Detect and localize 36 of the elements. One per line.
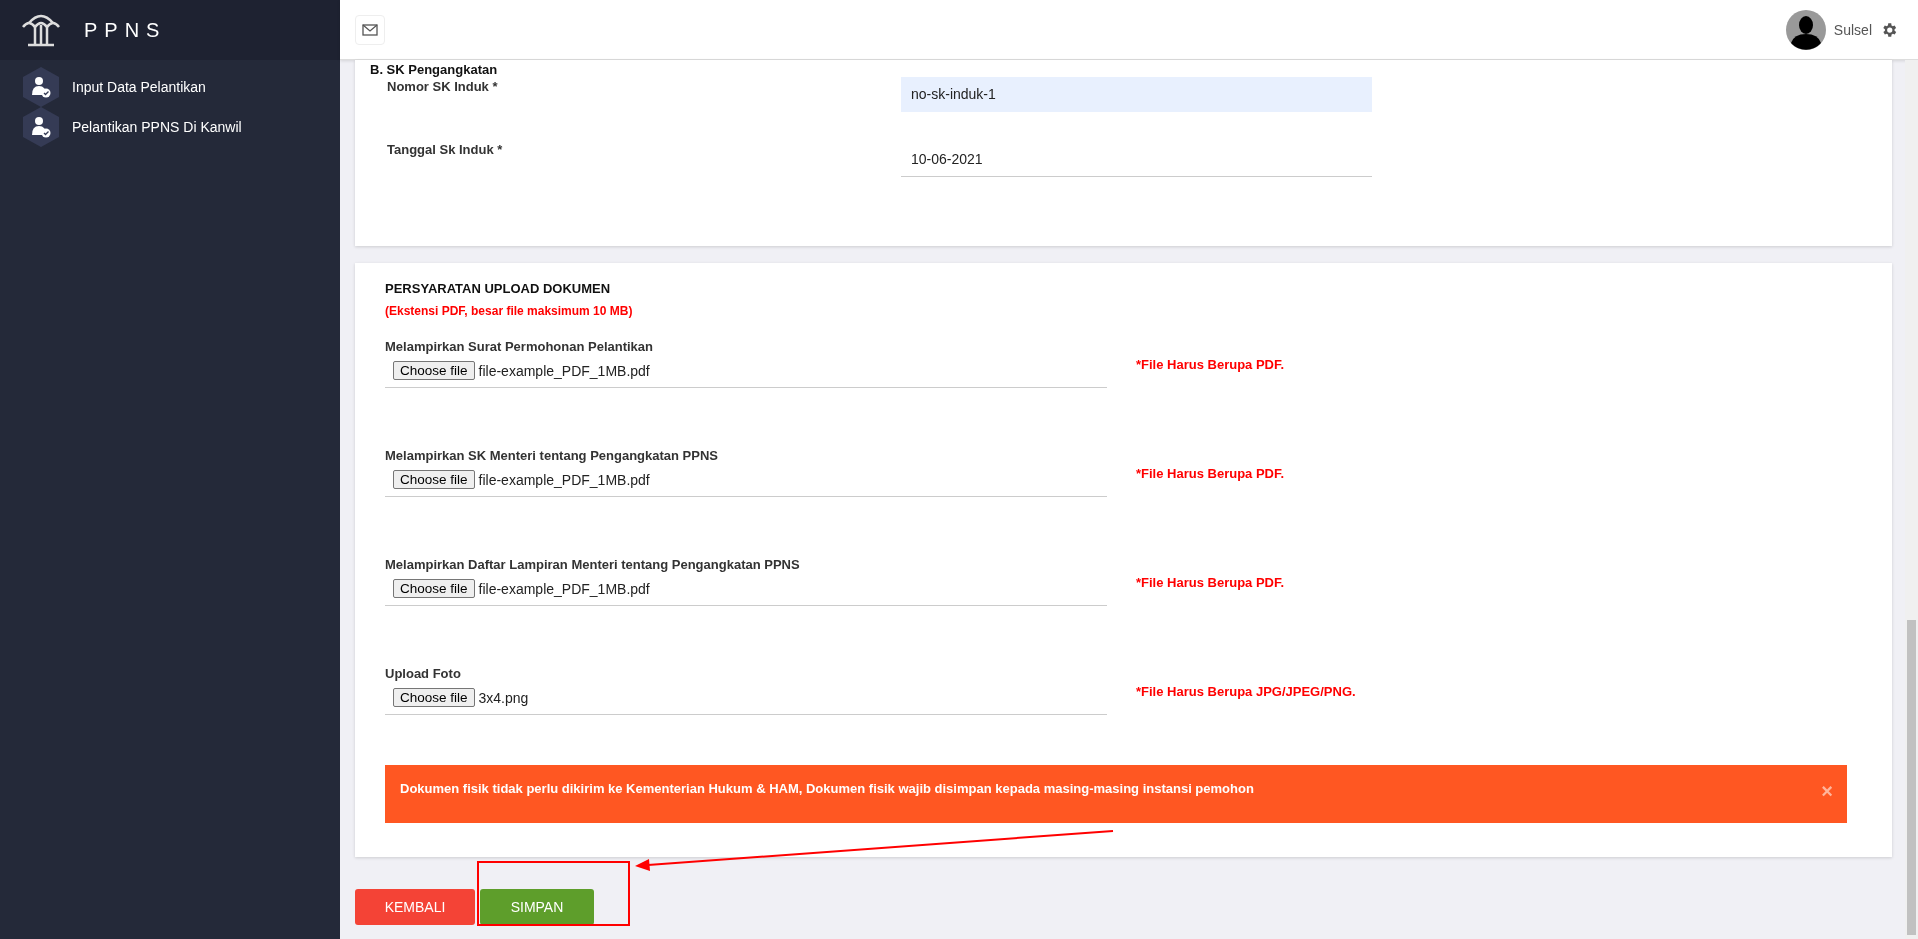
- file-name: 3x4.png: [478, 689, 529, 706]
- sidebar-item[interactable]: Input Data Pelantikan: [0, 67, 340, 107]
- upload-hint: (Ekstensi PDF, besar file maksimum 10 MB): [385, 304, 634, 318]
- mail-button[interactable]: [355, 14, 385, 45]
- choose-file-button[interactable]: Choose file: [393, 361, 475, 380]
- field-label: Nomor SK Induk *: [387, 78, 499, 96]
- choose-file-button[interactable]: Choose file: [393, 688, 475, 707]
- field-label: Tanggal Sk Induk *: [387, 142, 504, 159]
- sidebar-item[interactable]: Pelantikan PPNS Di Kanwil: [0, 107, 340, 147]
- user-name: Sulsel: [1833, 21, 1872, 38]
- field-label: Melampirkan Daftar Lampiran Menteri tentang Pengangkatan PPNS: [385, 557, 801, 572]
- user-check-icon: [20, 66, 62, 108]
- section-title: PERSYARATAN UPLOAD DOKUMEN: [385, 281, 612, 296]
- file-name: file-example_PDF_1MB.pdf: [478, 471, 650, 488]
- scroll-thumb[interactable]: [1907, 620, 1916, 935]
- back-button[interactable]: KEMBALI: [355, 889, 475, 925]
- user-check-icon: [20, 106, 62, 148]
- choose-file-button[interactable]: Choose file: [393, 579, 475, 598]
- field-label: Melampirkan SK Menteri tentang Pengangkatan PPNS: [385, 448, 720, 463]
- choose-file-button[interactable]: Choose file: [393, 470, 475, 489]
- brand-name: PPNS: [84, 18, 167, 42]
- section-title: B. SK Pengangkatan: [370, 62, 499, 77]
- alert-text: Dokumen fisik tidak perlu dikirim ke Kementerian Hukum & HAM, Dokumen fisik wajib disimpan kepada masing-masing instansi pemohon: [400, 781, 1254, 798]
- envelope-icon: [362, 23, 378, 36]
- file-name: file-example_PDF_1MB.pdf: [478, 362, 650, 379]
- logo-icon: [20, 13, 62, 47]
- file-note: *File Harus Berupa PDF.: [1136, 466, 1285, 481]
- file-note: *File Harus Berupa JPG/JPEG/PNG.: [1136, 684, 1356, 699]
- file-name: file-example_PDF_1MB.pdf: [478, 580, 650, 597]
- file-note: *File Harus Berupa PDF.: [1136, 575, 1285, 590]
- scrollbar[interactable]: [1905, 60, 1918, 939]
- input-field[interactable]: no-sk-induk-1: [901, 77, 1372, 112]
- avatar-icon: [1785, 9, 1826, 50]
- file-note: *File Harus Berupa PDF.: [1136, 357, 1285, 372]
- field-label: Melampirkan Surat Permohonan Pelantikan: [385, 339, 655, 354]
- field-label: Upload Foto: [385, 666, 462, 681]
